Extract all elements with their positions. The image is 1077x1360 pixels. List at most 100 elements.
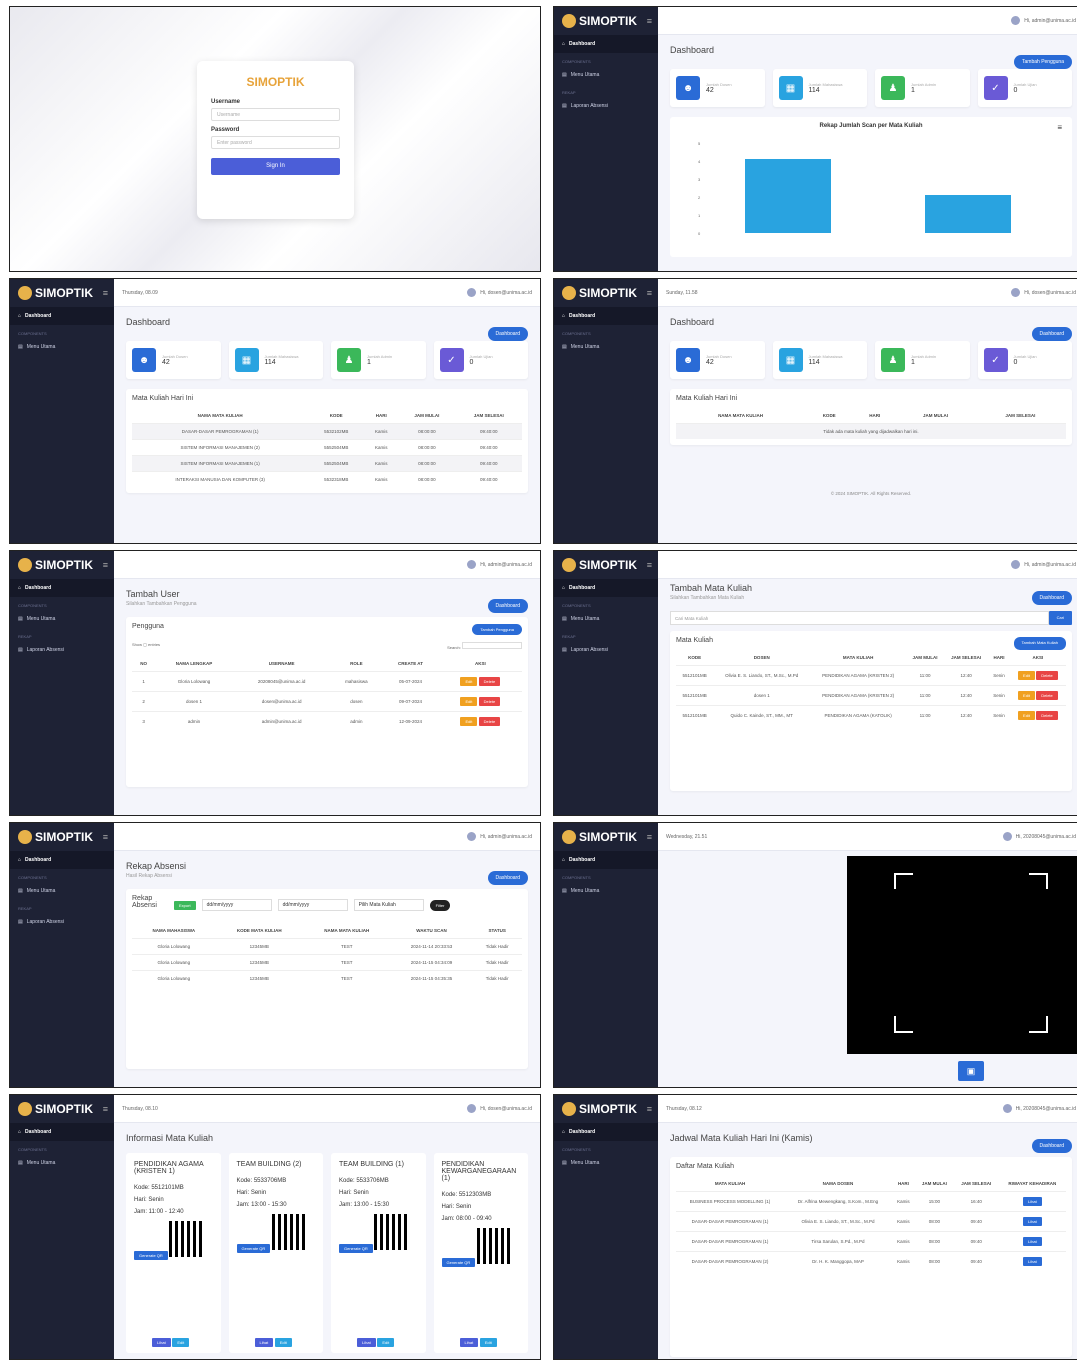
hamburger-icon[interactable]: ≡ [647,288,652,298]
start-date-input[interactable]: dd/mm/yyyy [201,899,272,911]
sidebar-item-dashboard[interactable]: ⌂ Dashboard [554,307,658,325]
panel-jadwal: SIMOPTIK ≡ ⌂ Dashboard COMPONENTS ▤ Menu Ut… [553,1094,1077,1360]
admin-icon: ♟ [881,76,905,100]
sidebar-item-menu[interactable]: ▤ Menu Utama [554,338,658,356]
menu-icon[interactable]: ≡ [1057,123,1062,132]
hamburger-icon[interactable]: ≡ [647,1104,652,1114]
table-row: Gloria Lolowang 12345MB TEST 2024-11-15 04:… [132,954,522,971]
topbar: Thursday, 08.09 Hi, dosen@unima.ac.id [114,279,540,307]
hamburger-icon[interactable]: ≡ [103,288,108,298]
page-title: Dashboard [670,45,715,55]
sidebar-item-menu[interactable]: ▤ Menu Utama [10,610,114,628]
svg-text:2: 2 [698,195,701,200]
main-content: Dashboard Tambah Pengguna ☻ Jumlah Dosen 4… [658,35,1077,271]
hamburger-icon[interactable]: ≡ [103,832,108,842]
sidebar-item-laporan[interactable]: ▤ Laporan Absensi [554,97,658,115]
student-icon: ▦ [778,76,803,100]
sidebar-logo[interactable]: SIMOPTIK ≡ [554,279,658,307]
sidebar-item-laporan[interactable]: ▤ Laporan Absensi [10,641,114,659]
table-row: 3 admin admin@unima.ac.id admin 12-09-2024 Ed… [132,711,522,731]
table-icon: ▤ [18,344,23,350]
edit-button[interactable]: Edit [460,677,478,686]
avatar[interactable] [467,560,477,569]
stat-card: ☻ Jumlah Dosen 42 [126,341,221,379]
sidebar-logo[interactable]: SIMOPTIK ≡ [554,551,658,579]
courses-table: NAMA MATA KULIAH KODE HARI JAM MULAI JAM SEL… [132,408,522,487]
camera-viewfinder [847,856,1077,1054]
dashboard-button[interactable]: Dashboard [1031,327,1072,341]
add-user-button[interactable]: Tambah Pengguna [472,624,522,635]
table-row: INTERAKSI MANUSIA DAN KOMPUTER (3) 553231… [132,471,522,487]
panel-tambah-user: SIMOPTIK ≡ ⌂ Dashboard COMPONENTS ▤ Menu Ut… [9,550,541,816]
stat-card: ✓ Jumlah Ujian 0 [977,69,1072,107]
sidebar-item-dashboard[interactable]: ⌂ Dashboard [10,307,114,325]
date-text: Thursday, 08.09 [122,289,158,296]
panel-qr-scanner: SIMOPTIK ≡ ⌂ Dashboard COMPONENTS ▤ Menu Ut… [553,822,1077,1088]
sidebar: SIMOPTIK ≡ ⌂ Dashboard COMPONENTS ▤ Menu Ut… [554,279,658,543]
stat-cards: ☻ Jumlah Dosen 42 ▦ Jumlah Mahasiswa 114 ♟ Ju… [670,69,1072,107]
bar-1 [745,159,831,233]
course-card: TEAM BUILDING (1) Kode: 5533706MB Hari: Se… [331,1153,426,1353]
table-row: DASAR-DASAR PEMROGRAMAN (2) Dr. H. K. Man… [676,1251,1066,1271]
qr-code-icon [271,1214,308,1250]
hamburger-icon[interactable]: ≡ [647,16,652,26]
today-courses: Mata Kuliah Hari Ini NAMA MATA KULIAH KOD… [126,389,528,493]
page-title: Dashboard [126,317,171,327]
sidebar-logo[interactable]: SIMOPTIK ≡ [554,7,658,35]
course-card: PENDIDIKAN AGAMA (KRISTEN 1) Kode: 551210… [126,1153,221,1353]
avatar[interactable] [467,288,477,297]
add-user-button[interactable]: Tambah Pengguna [1014,55,1072,69]
hamburger-icon[interactable]: ≡ [103,1104,108,1114]
stat-card: ♟ Jumlah Admin 1 [331,341,426,379]
search-input[interactable] [462,642,522,649]
panel-info-matkul: SIMOPTIK ≡ ⌂ Dashboard COMPONENTS ▤ Menu Ut… [9,1094,541,1360]
svg-text:1: 1 [698,213,701,218]
panel-dosen-empty: SIMOPTIK ≡ ⌂ Dashboard COMPONENTS ▤ Menu Ut… [553,278,1077,544]
page-title: Rekap Absensi [126,861,187,871]
page-title: Jadwal Mata Kuliah Hari Ini (Kamis) [670,1133,813,1143]
course-card: TEAM BUILDING (2) Kode: 5533706MB Hari: Se… [228,1153,323,1353]
course-select[interactable]: Pilih Mata Kuliah [353,899,424,911]
sidebar: SIMOPTIK ≡ ⌂ Dashboard COMPONENTS ▤ Menu Ut… [10,551,114,815]
search-input[interactable]: Cari Mata Kuliah [670,611,1049,625]
avatar[interactable] [1011,288,1021,297]
search-button[interactable]: Cari [1048,611,1072,625]
sidebar-item-dashboard[interactable]: ⌂ Dashboard [554,35,658,53]
table-row: Gloria Lolowang 12345MB TEST 2024-11-15 04:… [132,970,522,986]
export-button[interactable]: Export [174,900,196,910]
today-courses: Mata Kuliah Hari Ini NAMA MATA KULIAH KOD… [670,389,1072,445]
main-content: Dashboard Dashboard ☻ Jumlah Dosen 42 ▦ Jum… [658,307,1077,543]
table-icon: ▤ [562,103,567,109]
sidebar-logo[interactable]: SIMOPTIK ≡ [10,279,114,307]
filter-button[interactable]: Filter [429,899,451,911]
dashboard-button[interactable]: Dashboard [487,599,528,613]
table-row: SISTEM INFORMASI MANAJEMEN (1) 5552504MB K… [132,455,522,472]
hamburger-icon[interactable]: ≡ [647,832,652,842]
sidebar-section: COMPONENTS [18,331,47,336]
brand-logo: SIMOPTIK [246,75,305,89]
end-date-input[interactable]: dd/mm/yyyy [277,899,348,911]
camera-icon[interactable]: ▣ [958,1061,984,1081]
avatar[interactable] [1011,16,1021,25]
page-title: Tambah User [126,589,180,599]
hamburger-icon[interactable]: ≡ [103,560,108,570]
chart-svg: 5 4 3 2 1 0 [698,141,1011,236]
svg-text:0: 0 [698,231,701,236]
table-row: 5512101MB Olivia E. S. Liando, ST., M.Sc.… [676,665,1066,686]
stat-card: ▦ Jumlah Mahasiswa 114 [228,341,323,379]
sign-in-button[interactable]: Sign In [211,158,340,175]
sidebar-logo[interactable]: SIMOPTIK ≡ [10,551,114,579]
hamburger-icon[interactable]: ≡ [647,560,652,570]
delete-button[interactable]: Delete [478,677,501,686]
sidebar-item-menu[interactable]: ▤ Menu Utama [554,66,658,84]
table-row: BUSINESS PROCESS MODELLING (1) Dr. Alfrin… [676,1191,1066,1212]
table-row: DASAR-DASAR PEMROGRAMAN (1) Olivia E. S. … [676,1211,1066,1232]
svg-text:4: 4 [698,159,701,164]
sidebar-item-menu[interactable]: ▤ Menu Utama [10,338,114,356]
username-input[interactable]: Username [211,108,340,121]
table-row: SISTEM INFORMASI MANAJEMEN (2) 5552504MB K… [132,439,522,456]
sidebar-item-dashboard[interactable]: ⌂ Dashboard [10,579,114,597]
dashboard-button[interactable]: Dashboard [487,327,528,341]
password-input[interactable]: Enter password [211,136,340,149]
users-icon: ☻ [676,76,700,100]
